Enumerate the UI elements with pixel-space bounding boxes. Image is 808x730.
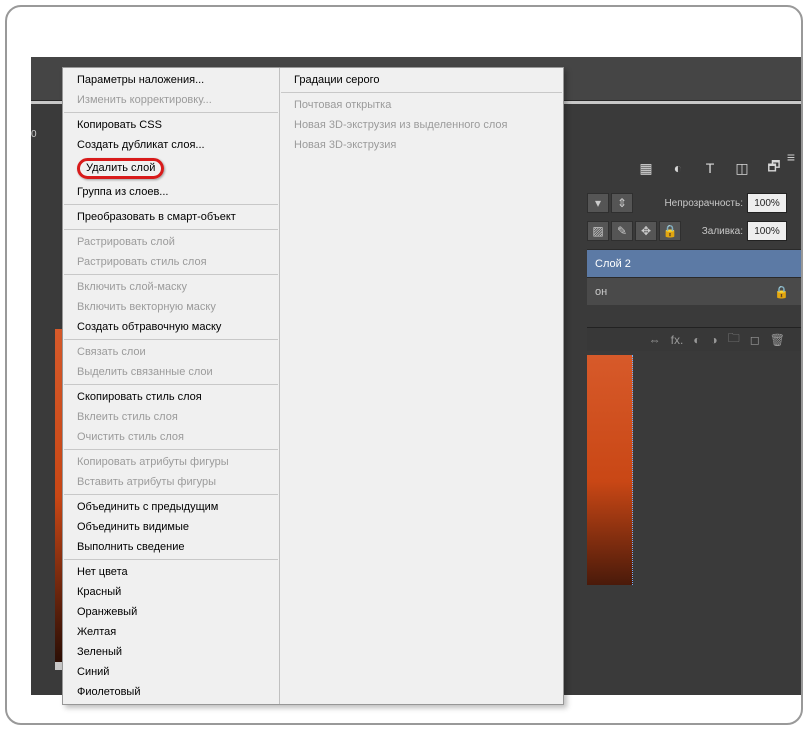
layer-panel-footer: ⇔ fx. ◐ ◑ 🗀 ◻ 🗑 [587, 327, 801, 351]
context-menu-col2: Градации серого Почтовая открыткаНовая 3… [279, 68, 563, 704]
bg-layer-text: он [595, 286, 607, 298]
blend-mode-dropdown[interactable]: ▾ [587, 193, 609, 213]
menu-separator [64, 559, 278, 560]
ruler-number: 0 [31, 129, 37, 140]
menu-separator [64, 274, 278, 275]
menu-item: Почтовая открытка [280, 95, 563, 115]
menu-separator [281, 92, 562, 93]
filter-type-icon[interactable]: T [703, 161, 717, 175]
menu-item[interactable]: Объединить с предыдущим [63, 497, 279, 517]
lock-all-icon[interactable]: 🔒 [659, 221, 681, 241]
menu-item[interactable]: Зеленый [63, 642, 279, 662]
link-layers-icon[interactable]: ⇔ [649, 333, 661, 347]
menu-item[interactable]: Параметры наложения... [63, 70, 279, 90]
opacity-row: ▾ ⇕ Непрозрачность: 100% [587, 189, 801, 217]
menu-item[interactable]: Оранжевый [63, 602, 279, 622]
menu-item[interactable]: Желтая [63, 622, 279, 642]
opacity-value[interactable]: 100% [747, 193, 787, 213]
menu-item[interactable]: Создать дубликат слоя... [63, 135, 279, 155]
opacity-label: Непрозрачность: [664, 198, 743, 209]
lock-paint-icon[interactable]: ✎ [611, 221, 633, 241]
filter-shape-icon[interactable]: ◫ [735, 161, 749, 175]
menu-separator [64, 229, 278, 230]
fill-row: ▨ ✎ ✥ 🔒 Заливка: 100% [587, 217, 801, 245]
menu-item: Очистить стиль слоя [63, 427, 279, 447]
layer-panel-toprow: ▦ ◐ T ◫ 🗗 [639, 161, 781, 175]
canvas-preview [587, 355, 633, 585]
menu-item[interactable]: Нет цвета [63, 562, 279, 582]
menu-item[interactable]: Скопировать стиль слоя [63, 387, 279, 407]
layer-row-background[interactable]: он 🔒 [587, 277, 801, 305]
blend-arrows[interactable]: ⇕ [611, 193, 633, 213]
highlight-ring: Удалить слой [77, 158, 164, 179]
menu-separator [64, 494, 278, 495]
lock-move-icon[interactable]: ✥ [635, 221, 657, 241]
menu-item: Изменить корректировку... [63, 90, 279, 110]
menu-item[interactable]: Копировать CSS [63, 115, 279, 135]
menu-item: Новая 3D-экструзия [280, 135, 563, 155]
trash-icon[interactable]: 🗑 [770, 333, 785, 347]
menu-item: Копировать атрибуты фигуры [63, 452, 279, 472]
menu-separator [64, 384, 278, 385]
menu-item: Включить слой-маску [63, 277, 279, 297]
menu-item[interactable]: Создать обтравочную маску [63, 317, 279, 337]
menu-separator [64, 112, 278, 113]
window-frame: ≡ ▦ ◐ T ◫ 🗗 ▾ ⇕ Непрозрачность: 100% ▨ ✎… [5, 5, 803, 725]
menu-separator [64, 339, 278, 340]
menu-item: Выделить связанные слои [63, 362, 279, 382]
panel-menu-icon[interactable]: ≡ [787, 149, 795, 165]
menu-item[interactable]: Группа из слоев... [63, 182, 279, 202]
filter-pixel-icon[interactable]: ▦ [639, 161, 653, 175]
menu-item[interactable]: Объединить видимые [63, 517, 279, 537]
menu-item: Растрировать стиль слоя [63, 252, 279, 272]
fill-label: Заливка: [702, 226, 743, 237]
new-layer-icon[interactable]: ◻ [750, 333, 760, 347]
menu-item[interactable]: Преобразовать в смарт-объект [63, 207, 279, 227]
menu-separator [64, 204, 278, 205]
folder-icon[interactable]: 🗀 [728, 329, 740, 350]
lock-icon: 🔒 [774, 285, 789, 299]
menu-item[interactable]: Синий [63, 662, 279, 682]
menu-delete-layer[interactable]: Удалить слой [63, 155, 279, 182]
menu-item: Новая 3D-экструзия из выделенного слоя [280, 115, 563, 135]
menu-item[interactable]: Фиолетовый [63, 682, 279, 702]
menu-item[interactable]: Красный [63, 582, 279, 602]
mask-icon[interactable]: ◐ [693, 333, 700, 347]
menu-item: Вклеить стиль слоя [63, 407, 279, 427]
menu-item: Связать слои [63, 342, 279, 362]
filter-adjust-icon[interactable]: ◐ [671, 161, 685, 175]
adjustment-icon[interactable]: ◑ [711, 333, 718, 347]
lock-transparent-icon[interactable]: ▨ [587, 221, 609, 241]
menu-separator [64, 449, 278, 450]
menu-item: Растрировать слой [63, 232, 279, 252]
menu-item: Вставить атрибуты фигуры [63, 472, 279, 492]
context-menu-col1: Параметры наложения...Изменить корректир… [63, 68, 279, 704]
fx-icon[interactable]: fx. [671, 333, 684, 347]
filter-smart-icon[interactable]: 🗗 [767, 161, 781, 175]
layer-name: Слой 2 [595, 258, 631, 270]
menu-item[interactable]: Градации серого [280, 70, 563, 90]
menu-item[interactable]: Выполнить сведение [63, 537, 279, 557]
menu-item: Включить векторную маску [63, 297, 279, 317]
layer-context-menu: Параметры наложения...Изменить корректир… [62, 67, 564, 705]
fill-value[interactable]: 100% [747, 221, 787, 241]
layer-row-selected[interactable]: Слой 2 [587, 249, 801, 277]
